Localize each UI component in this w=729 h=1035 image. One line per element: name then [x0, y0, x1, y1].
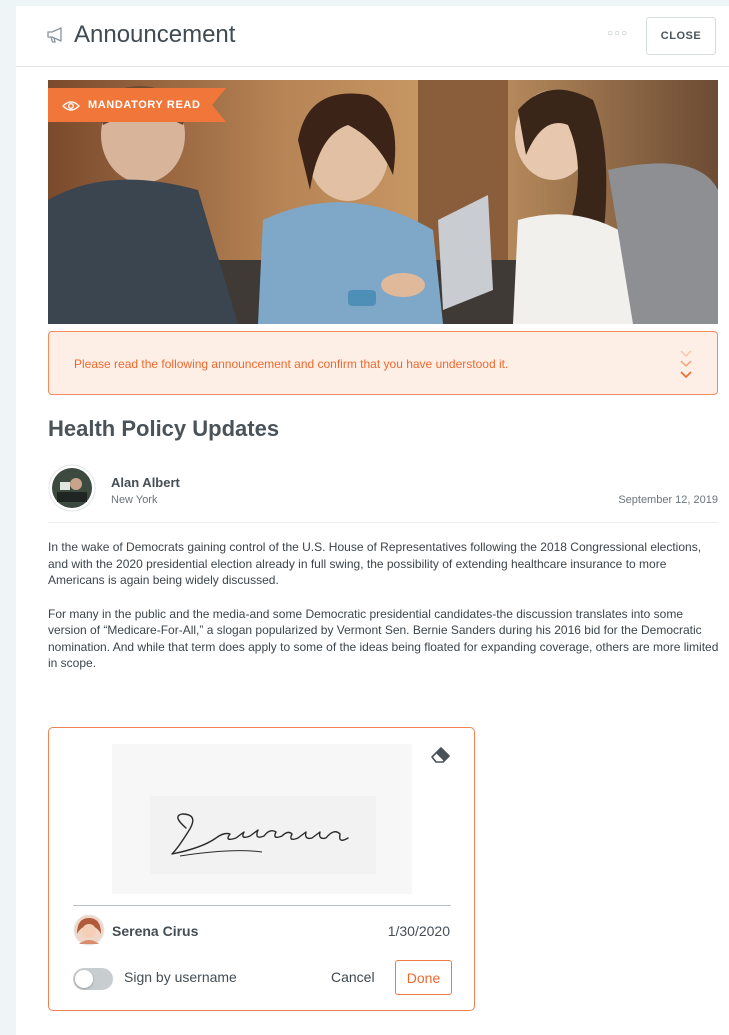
post-date: September 12, 2019 [618, 494, 718, 506]
announcement-panel: Announcement ○○○ CLOSE MANDATORY READ Pl… [16, 6, 729, 1035]
sign-date: 1/30/2020 [387, 923, 450, 939]
author-location: New York [111, 494, 158, 506]
signer-avatar [73, 914, 105, 951]
author-row: Alan Albert New York September 12, 2019 [48, 458, 718, 523]
eraser-icon[interactable] [430, 745, 452, 770]
signature-divider [73, 905, 451, 906]
author-name[interactable]: Alan Albert [111, 475, 180, 490]
mandatory-read-badge: MANDATORY READ [48, 88, 244, 122]
body-paragraph: In the wake of Democrats gaining control… [48, 540, 702, 587]
page-title: Announcement [74, 21, 236, 48]
toggle-label: Sign by username [124, 969, 237, 985]
chevrons-down-icon[interactable] [679, 347, 693, 388]
body-paragraph: For many in the public and the media-and… [48, 606, 719, 671]
eye-icon [62, 99, 80, 117]
sign-by-username-toggle[interactable] [73, 968, 113, 990]
more-dots-icon[interactable]: ○○○ [607, 28, 628, 39]
post-title: Health Policy Updates [48, 416, 280, 441]
done-button[interactable]: Done [395, 960, 452, 995]
author-avatar[interactable] [48, 464, 96, 517]
cancel-button[interactable]: Cancel [331, 969, 375, 985]
signature-pad[interactable] [112, 744, 412, 894]
announcement-header: Announcement ○○○ CLOSE [16, 6, 729, 67]
badge-label: MANDATORY READ [88, 99, 201, 111]
signer-name: Serena Cirus [112, 923, 199, 939]
notice-text: Please read the following announcement a… [74, 357, 509, 371]
post-body: In the wake of Democrats gaining control… [48, 539, 720, 689]
toggle-knob [75, 970, 93, 988]
close-button[interactable]: CLOSE [646, 17, 716, 55]
megaphone-icon [46, 27, 66, 48]
signature-card: Serena Cirus 1/30/2020 Sign by username … [48, 727, 475, 1011]
confirmation-notice: Please read the following announcement a… [48, 331, 718, 395]
